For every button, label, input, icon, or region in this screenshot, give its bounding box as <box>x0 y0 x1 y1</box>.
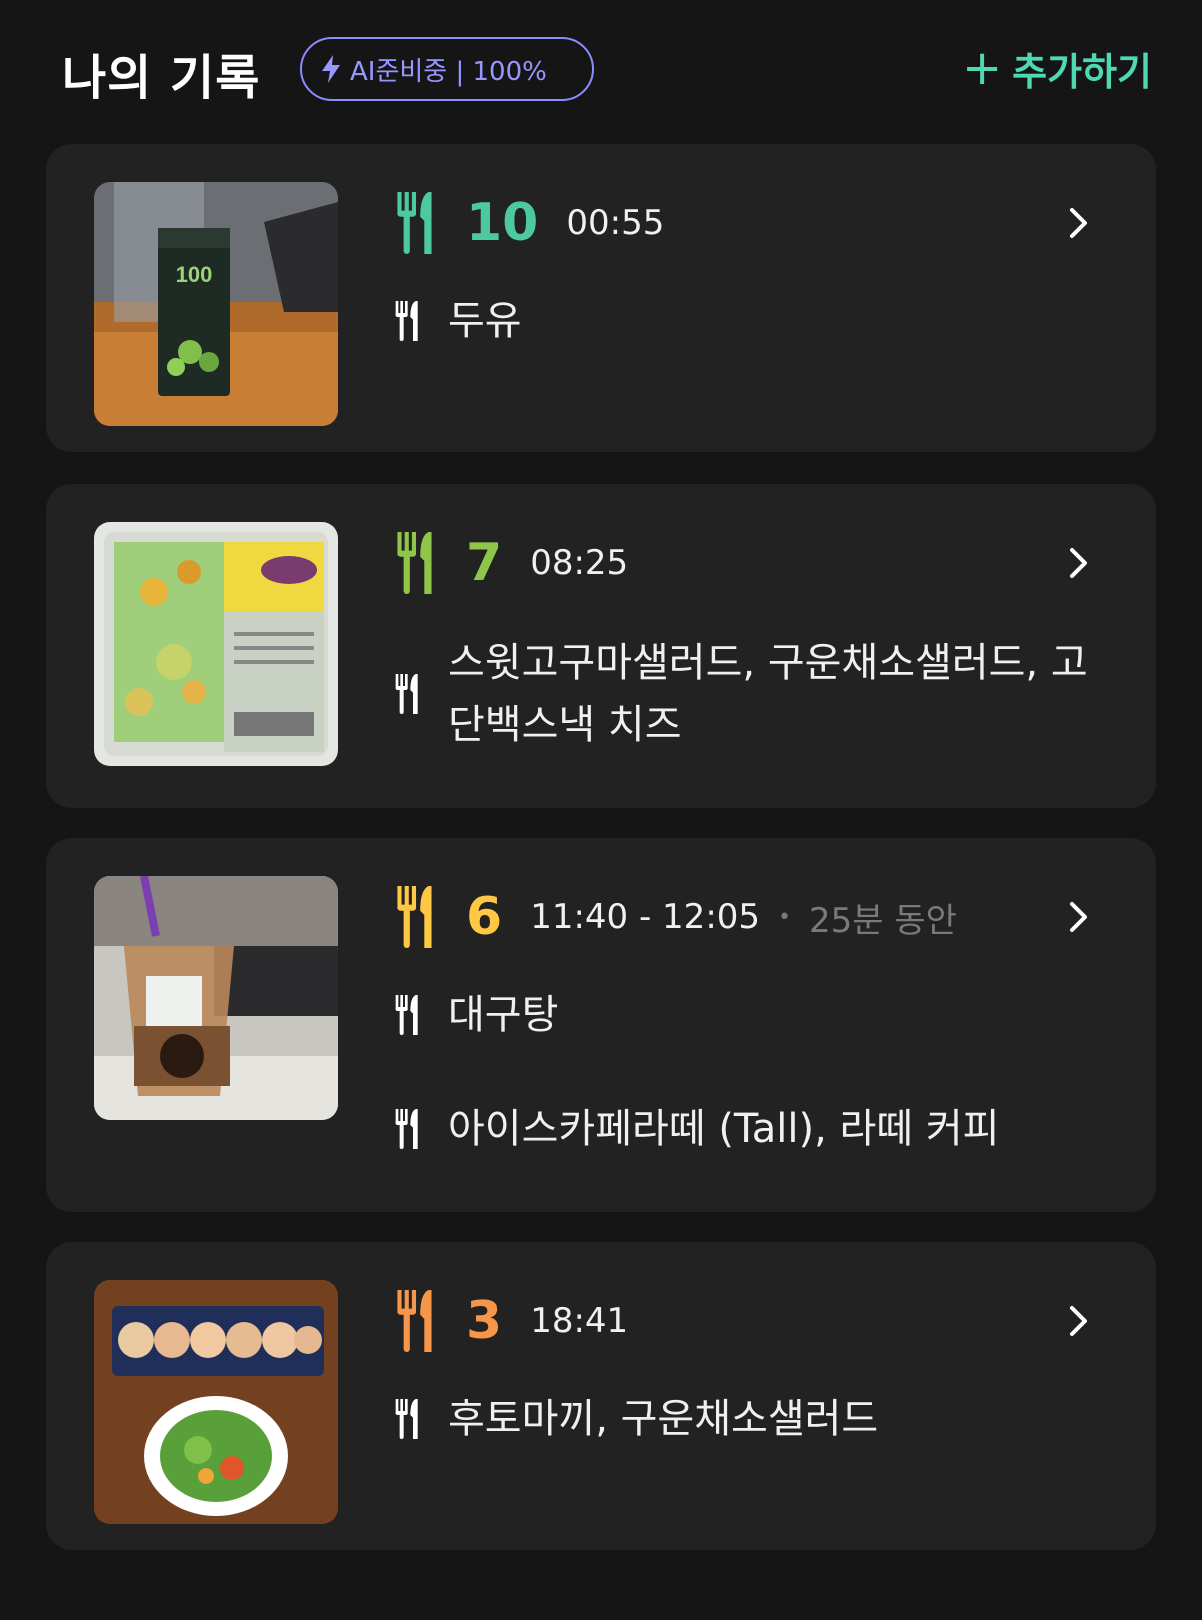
meal-count: 3 <box>466 1291 503 1351</box>
food-name: 대구탕 <box>448 992 559 1038</box>
ai-status-badge: AI준비중 | 100% <box>300 37 594 101</box>
food-name: 후토마끼, 구운채소샐러드 <box>448 1396 879 1442</box>
chevron-right-icon[interactable] <box>1068 546 1090 580</box>
separator-dot: • <box>778 904 792 930</box>
fork-knife-icon <box>395 1399 418 1439</box>
fork-knife-icon <box>397 532 432 594</box>
ai-status-label: AI준비중 | 100% <box>350 56 547 87</box>
add-record-label: 추가하기 <box>1012 49 1152 94</box>
food-name: 아이스카페라떼 (Tall), 라떼 커피 <box>448 1106 1000 1152</box>
fork-knife-icon <box>395 1109 418 1149</box>
fork-knife-icon <box>397 192 432 254</box>
meal-count: 6 <box>466 887 503 947</box>
food-item: 두유 <box>392 290 522 352</box>
salad-package-photo <box>94 522 338 766</box>
lightning-icon <box>322 55 340 83</box>
plus-icon: + <box>961 40 1003 96</box>
meal-count: 7 <box>466 533 503 593</box>
page-title: 나의 기록 <box>62 50 261 106</box>
meal-time: 00:55 <box>566 203 665 243</box>
svg-text:100: 100 <box>176 262 213 287</box>
food-item: 스윗고구마샐러드, 구운채소샐러드, 고단백스낵 치즈 <box>392 632 1092 756</box>
meal-card[interactable]: 100 10 00:55 두유 <box>46 144 1156 452</box>
soy-milk-carton-photo: 100 <box>94 182 338 426</box>
meal-time: 08:25 <box>530 543 629 583</box>
iced-latte-cup-photo <box>94 876 338 1120</box>
food-item: 대구탕 <box>392 984 558 1046</box>
add-record-button[interactable]: + 추가하기 <box>962 40 1152 96</box>
fork-knife-icon <box>397 886 432 948</box>
meal-time: 11:40 - 12:05 <box>530 897 761 937</box>
food-item: 아이스카페라떼 (Tall), 라떼 커피 <box>392 1098 999 1160</box>
meal-card[interactable]: 6 11:40 - 12:05 • 25분 동안 대구탕 아이스카페라떼 (Ta… <box>46 838 1156 1212</box>
meal-count: 10 <box>466 193 539 253</box>
fork-knife-icon <box>395 674 418 714</box>
header: 나의 기록 AI준비중 | 100% + 추가하기 <box>0 0 1202 140</box>
food-name: 스윗고구마샐러드, 구운채소샐러드, 고단백스낵 치즈 <box>448 640 1088 748</box>
meal-card[interactable]: 3 18:41 후토마끼, 구운채소샐러드 <box>46 1242 1156 1550</box>
chevron-right-icon[interactable] <box>1068 206 1090 240</box>
food-name: 두유 <box>448 298 522 344</box>
fork-knife-icon <box>397 1290 432 1352</box>
meal-time: 18:41 <box>530 1301 629 1341</box>
fork-knife-icon <box>395 995 418 1035</box>
meal-card[interactable]: 7 08:25 스윗고구마샐러드, 구운채소샐러드, 고단백스낵 치즈 <box>46 484 1156 808</box>
chevron-right-icon[interactable] <box>1068 1304 1090 1338</box>
fork-knife-icon <box>395 301 418 341</box>
food-item: 후토마끼, 구운채소샐러드 <box>392 1388 878 1450</box>
kimbap-and-salad-photo <box>94 1280 338 1524</box>
chevron-right-icon[interactable] <box>1068 900 1090 934</box>
meal-duration: 25분 동안 <box>809 900 957 941</box>
